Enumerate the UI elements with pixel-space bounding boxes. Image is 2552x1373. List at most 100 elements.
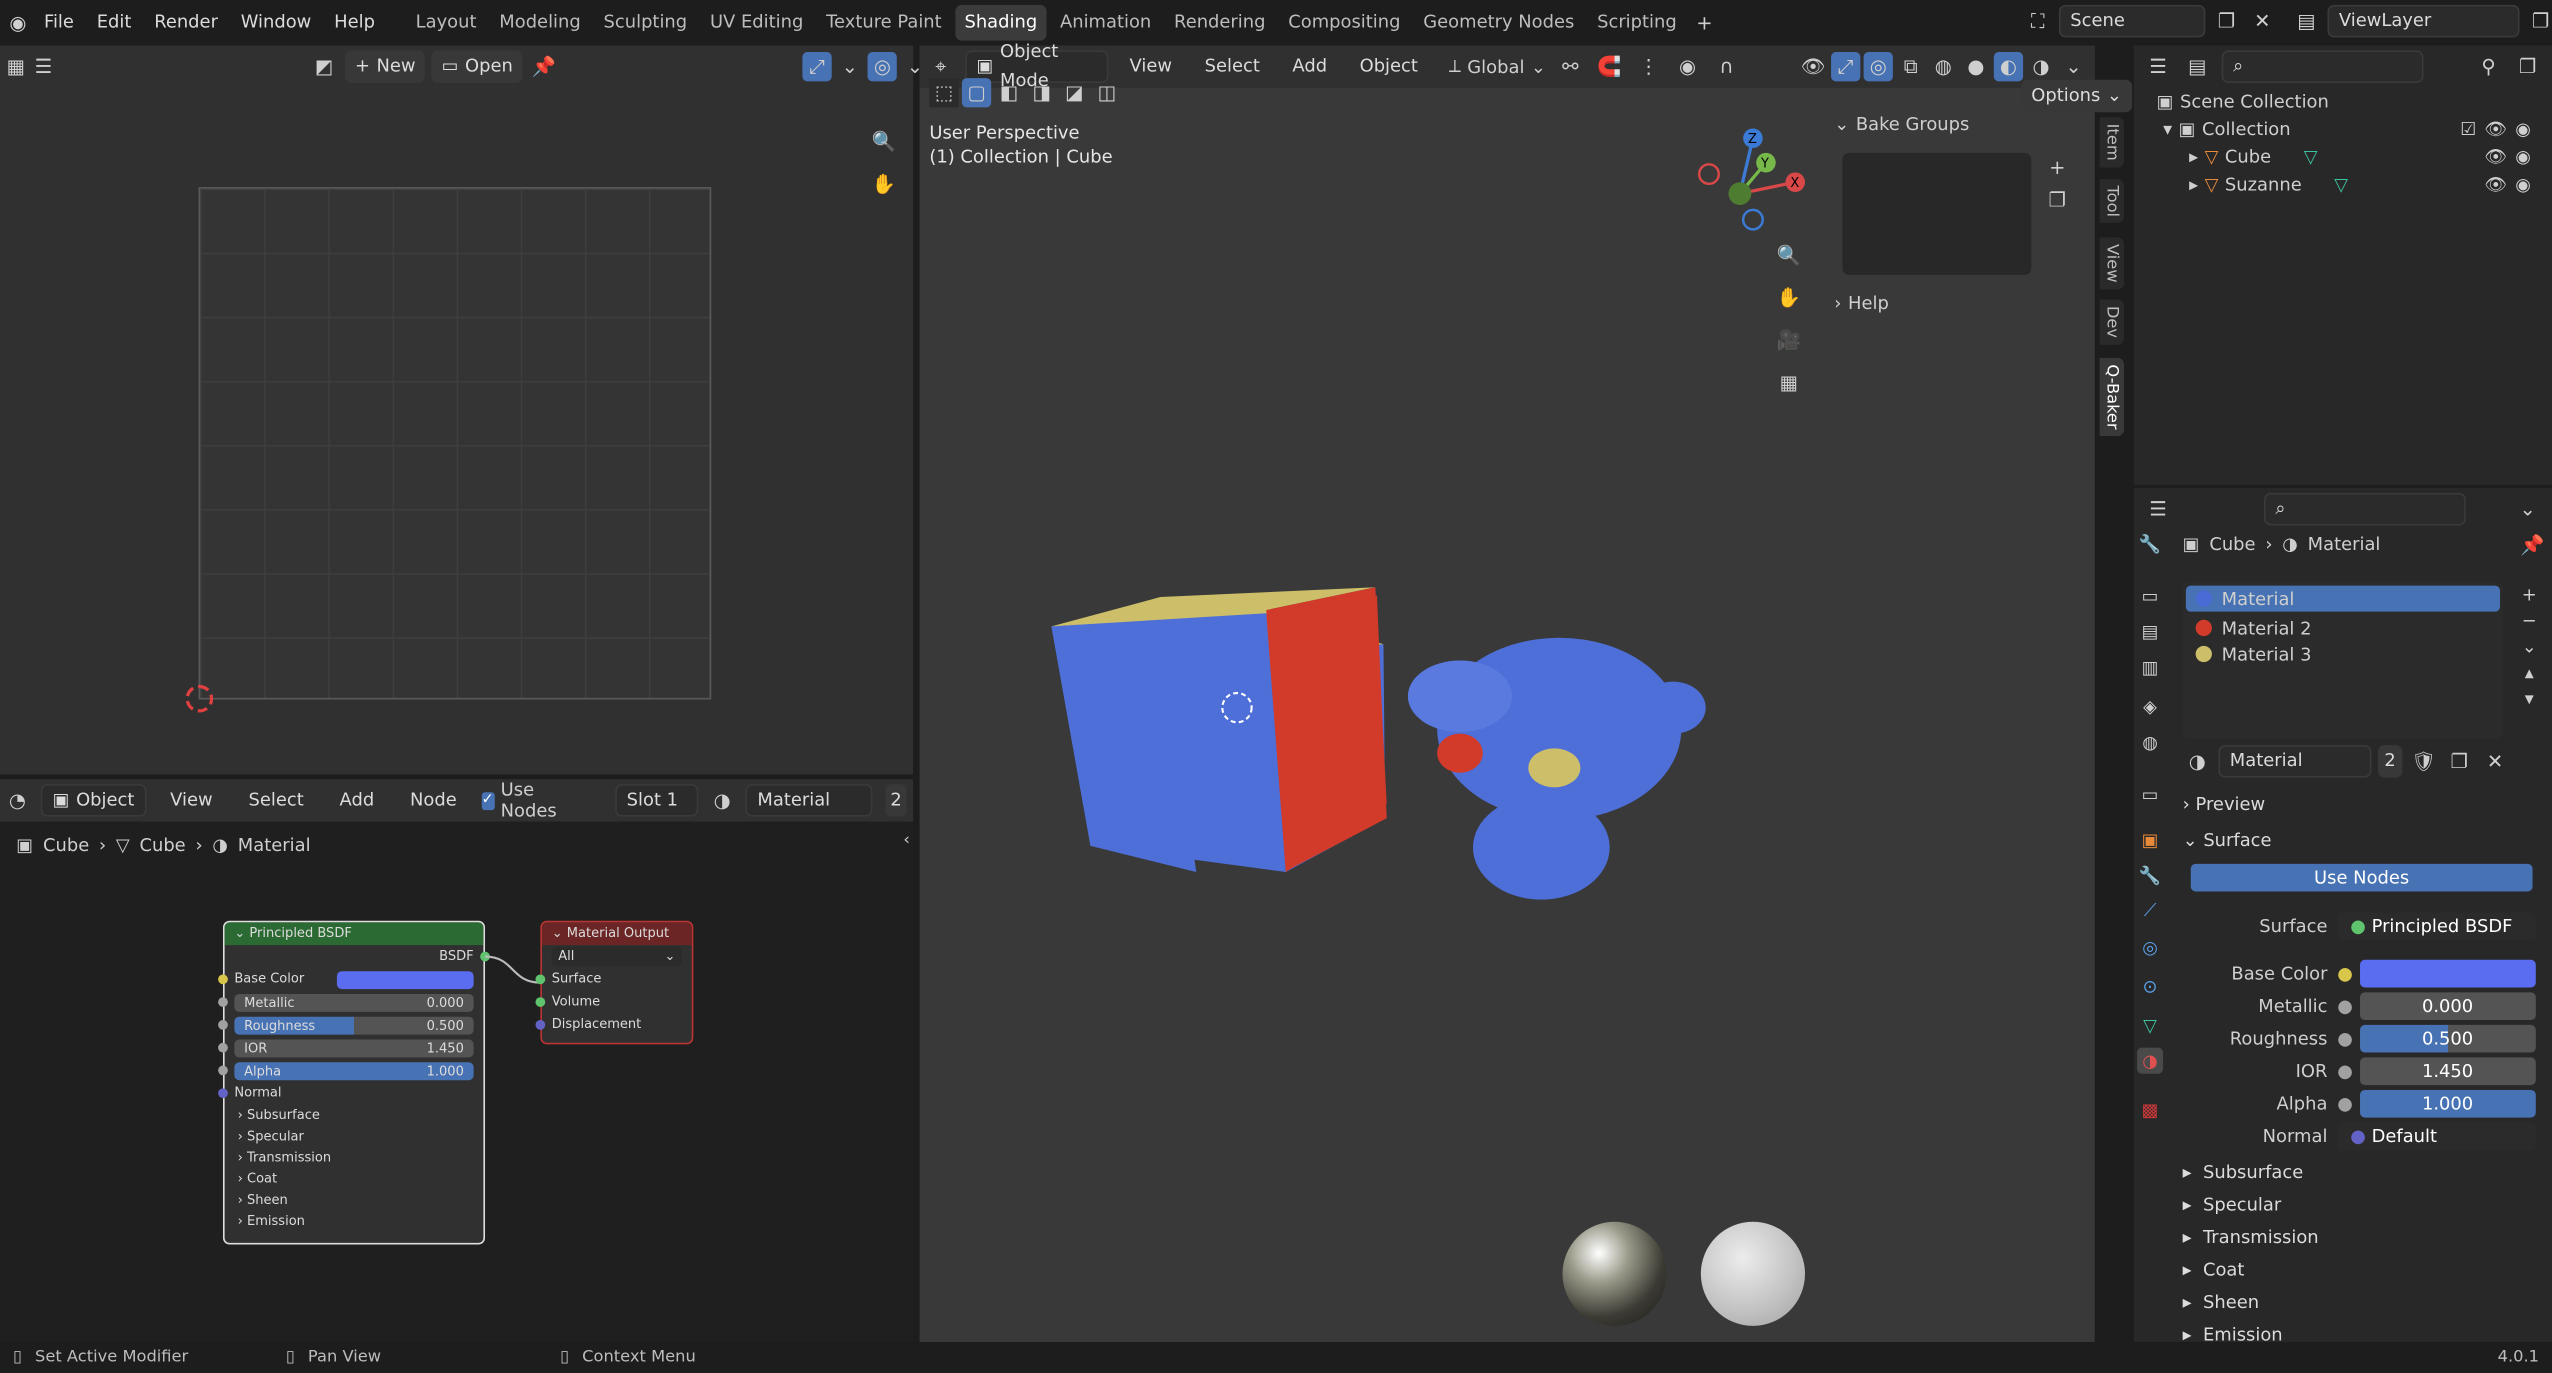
orientation-dropdown[interactable]: ⟂ Global ⌄: [1449, 55, 1546, 78]
suzanne-right-eye[interactable]: [1528, 748, 1581, 788]
add-slot-icon[interactable]: +: [2518, 582, 2541, 608]
tab-sculpting[interactable]: Sculpting: [594, 5, 697, 41]
mesh-data-icon[interactable]: ▽: [2304, 143, 2318, 171]
overlay-toggle-icon[interactable]: ◎: [1863, 52, 1893, 82]
wireframe-shading-icon[interactable]: ◍: [1929, 52, 1958, 81]
tab-compositing[interactable]: Compositing: [1279, 5, 1411, 41]
cube-visibility-icons[interactable]: 👁◉: [2484, 143, 2539, 171]
material-browse-icon[interactable]: ◑: [711, 786, 733, 815]
tab-layout[interactable]: Layout: [406, 5, 486, 41]
sidebar-tab-view[interactable]: View: [2099, 237, 2125, 290]
copy-bake-group-icon[interactable]: ❐: [2043, 185, 2072, 214]
select-invert-icon[interactable]: ◪: [1060, 78, 1089, 107]
viewport-menu-view[interactable]: View: [1118, 49, 1183, 85]
panel-coat[interactable]: ▸ Coat: [2183, 1253, 2245, 1286]
help-panel-header[interactable]: › Help: [1834, 293, 1888, 314]
viewport-menu-add[interactable]: Add: [1281, 49, 1338, 85]
normal-field[interactable]: ● Default: [2337, 1121, 2536, 1150]
alpha-socket[interactable]: [218, 1065, 228, 1076]
color-socket-icon[interactable]: ●: [2337, 962, 2353, 983]
displacement-socket[interactable]: [535, 1020, 546, 1030]
output-node-header[interactable]: ⌄ Material Output: [541, 922, 692, 946]
roughness-field[interactable]: 0.500: [2359, 1024, 2536, 1052]
float-socket-icon[interactable]: ●: [2337, 995, 2353, 1016]
menu-edit[interactable]: Edit: [85, 5, 142, 41]
ior-field[interactable]: 1.450: [2359, 1056, 2536, 1085]
volume-socket[interactable]: [535, 997, 546, 1007]
cube-front[interactable]: [1051, 613, 1286, 872]
collapse-icon[interactable]: ⌄: [552, 926, 567, 941]
tab-shading[interactable]: Shading: [954, 4, 1047, 41]
panel-transmission[interactable]: › Transmission: [238, 1147, 471, 1168]
expand-icon[interactable]: ▸: [2189, 143, 2198, 171]
sidebar-tab-tool[interactable]: Tool: [2099, 178, 2125, 224]
suzanne-visibility-icons[interactable]: 👁◉: [2484, 171, 2539, 199]
sidebar-tab-qbaker[interactable]: Q-Baker: [2099, 357, 2125, 437]
open-image-button[interactable]: ▭ Open: [431, 50, 523, 83]
display-mode-icon[interactable]: ▤: [2183, 52, 2212, 81]
outliner-item-suzanne[interactable]: ▸ ▽ Suzanne ▽ 👁◉: [2134, 171, 2552, 199]
material-slot-list[interactable]: Material Material 2 Material 3: [2182, 582, 2504, 739]
tab-modeling[interactable]: Modeling: [490, 5, 591, 41]
tab-animation[interactable]: Animation: [1050, 5, 1161, 41]
node-menu-node[interactable]: Node: [399, 782, 469, 818]
gizmo-neg-x[interactable]: [1697, 163, 1720, 186]
ortho-toggle-icon[interactable]: ▦: [1774, 368, 1803, 397]
zoom-icon[interactable]: 🔍: [869, 127, 898, 156]
material-user-count[interactable]: 2: [2377, 745, 2403, 778]
scene-field[interactable]: Scene: [2058, 4, 2206, 38]
navigation-gizmo[interactable]: Z X Y: [1689, 120, 1816, 237]
viewport-menu-select[interactable]: Select: [1193, 49, 1271, 85]
collection-tab-icon[interactable]: ▭: [2137, 781, 2163, 807]
roughness-socket[interactable]: [218, 1020, 228, 1030]
select-subtract-icon[interactable]: ◨: [1027, 78, 1056, 107]
material-preview-icon[interactable]: ◐: [1993, 52, 2024, 82]
base-color-swatch[interactable]: [336, 971, 474, 990]
pan-hand-icon[interactable]: ✋: [1774, 283, 1803, 312]
add-bake-group-icon[interactable]: +: [2043, 153, 2072, 182]
metallic-field[interactable]: Metallic 0.000: [234, 993, 474, 1012]
fake-user-icon[interactable]: 🛡: [2409, 747, 2438, 776]
visibility-icon[interactable]: 👁: [1798, 52, 1827, 81]
add-workspace-icon[interactable]: +: [1690, 8, 1719, 37]
viewlayer-icon[interactable]: ▤: [2292, 7, 2321, 36]
viewlayer-field[interactable]: ViewLayer: [2327, 4, 2520, 38]
physics-tab-icon[interactable]: ◎: [2137, 934, 2163, 960]
falloff-icon[interactable]: ∩: [1712, 52, 1741, 81]
properties-search-field[interactable]: ⌕: [2263, 492, 2466, 526]
outliner-collection[interactable]: ▾ ▣ Collection ☑👁◉: [2134, 116, 2552, 144]
new-image-button[interactable]: + New: [345, 50, 426, 83]
tab-rendering[interactable]: Rendering: [1164, 5, 1275, 41]
panel-sheen[interactable]: ▸ Sheen: [2183, 1285, 2259, 1318]
panel-transmission[interactable]: ▸ Transmission: [2183, 1220, 2319, 1253]
panel-sheen[interactable]: › Sheen: [238, 1189, 471, 1210]
material-name-field[interactable]: Material: [746, 784, 873, 817]
material-output-node[interactable]: ⌄ Material Output All ⌄ Surface Volume Di…: [535, 920, 694, 1045]
object-type-dropdown[interactable]: ▣ Object: [41, 784, 146, 817]
data-tab-icon[interactable]: ▽: [2137, 1012, 2163, 1038]
panel-coat[interactable]: › Coat: [238, 1168, 471, 1189]
3d-viewport[interactable]: ⌖ ▣ Object Mode View Select Add Object ⟂ G…: [919, 41, 2132, 1343]
select-intersect-icon[interactable]: ◫: [1092, 78, 1121, 107]
pin-icon[interactable]: 📌: [529, 52, 558, 81]
output-tab-icon[interactable]: ▤: [2137, 618, 2163, 644]
new-viewlayer-icon[interactable]: ❐: [2526, 7, 2552, 36]
editor-type-icon[interactable]: ☰: [2144, 52, 2173, 81]
uv-grid[interactable]: [198, 187, 712, 700]
base-color-swatch[interactable]: [2359, 958, 2536, 987]
sidebar-tab-item[interactable]: Item: [2099, 117, 2125, 168]
normal-socket[interactable]: [218, 1088, 228, 1099]
suzanne-mesh[interactable]: [1407, 637, 1706, 900]
gizmo-neg-y[interactable]: [1728, 182, 1752, 205]
new-collection-icon[interactable]: ❐: [2513, 52, 2542, 81]
bake-groups-panel-header[interactable]: ⌄ Bake Groups: [1834, 107, 2086, 140]
unlink-material-icon[interactable]: ✕: [2480, 747, 2509, 776]
tab-uv-editing[interactable]: UV Editing: [700, 5, 813, 41]
duplicate-material-icon[interactable]: ❐: [2445, 747, 2474, 776]
gizmo-toggle-icon[interactable]: ⤢: [802, 52, 832, 82]
sidebar-toggle-icon[interactable]: ‹: [903, 831, 910, 849]
material-slot-0[interactable]: Material: [2185, 585, 2500, 612]
editor-type-icon[interactable]: ☰: [2144, 495, 2173, 524]
tab-scripting[interactable]: Scripting: [1587, 5, 1686, 41]
surface-panel-header[interactable]: ⌄ Surface: [2183, 823, 2272, 856]
